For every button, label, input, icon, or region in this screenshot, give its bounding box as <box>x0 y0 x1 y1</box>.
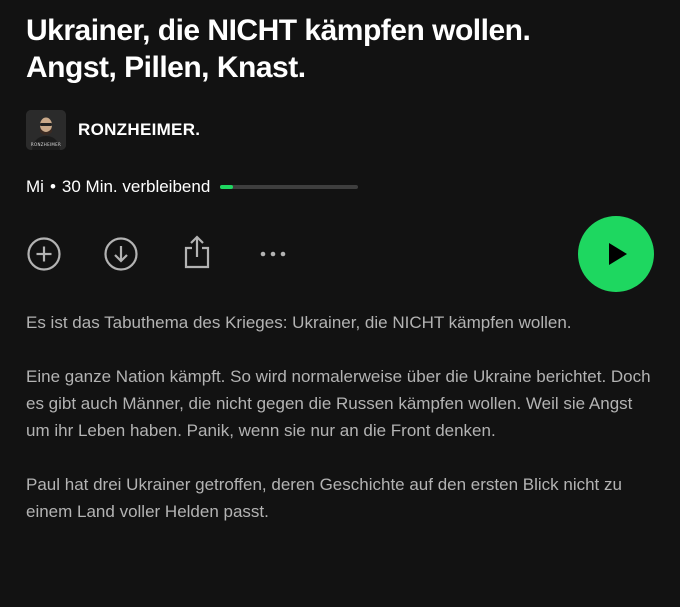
episode-title-line: Ukrainer, die NICHT kämpfen wollen. <box>26 14 531 47</box>
share-icon <box>184 235 210 269</box>
show-name[interactable]: RONZHEIMER. <box>78 120 200 140</box>
release-day: Mi <box>26 177 44 196</box>
cover-label: RONZHEIMER <box>30 142 62 147</box>
download-button[interactable] <box>103 236 139 272</box>
show-link[interactable]: RONZHEIMER RONZHEIMER. <box>26 110 200 150</box>
progress-bar <box>220 185 359 189</box>
description-paragraph: Es ist das Tabuthema des Krieges: Ukrain… <box>26 313 572 332</box>
show-cover-image[interactable]: RONZHEIMER <box>26 110 66 150</box>
add-circle-icon <box>27 237 61 271</box>
episode-page: Ukrainer, die NICHT kämpfen wollen. Angs… <box>0 0 680 607</box>
play-icon <box>609 243 627 265</box>
add-button[interactable] <box>26 236 62 272</box>
share-button[interactable] <box>182 234 212 270</box>
episode-title-line: Angst, Pillen, Knast. <box>26 51 306 84</box>
episode-description: Es ist das Tabuthema des Krieges: Ukrain… <box>26 309 656 552</box>
episode-meta: Mi • 30 Min. verbleibend <box>26 177 359 197</box>
progress-bar-fill <box>220 185 233 189</box>
play-button[interactable] <box>578 216 654 292</box>
meta-separator: • <box>49 177 56 196</box>
more-icon <box>260 251 286 257</box>
description-paragraph: Paul hat drei Ukrainer getroffen, deren … <box>26 475 622 521</box>
remaining-time: 30 Min. verbleibend <box>61 177 211 196</box>
description-paragraph: Eine ganze Nation kämpft. So wird normal… <box>26 367 651 440</box>
more-button[interactable] <box>257 244 289 264</box>
episode-title: Ukrainer, die NICHT kämpfen wollen. Angs… <box>26 12 666 86</box>
download-icon <box>104 237 138 271</box>
